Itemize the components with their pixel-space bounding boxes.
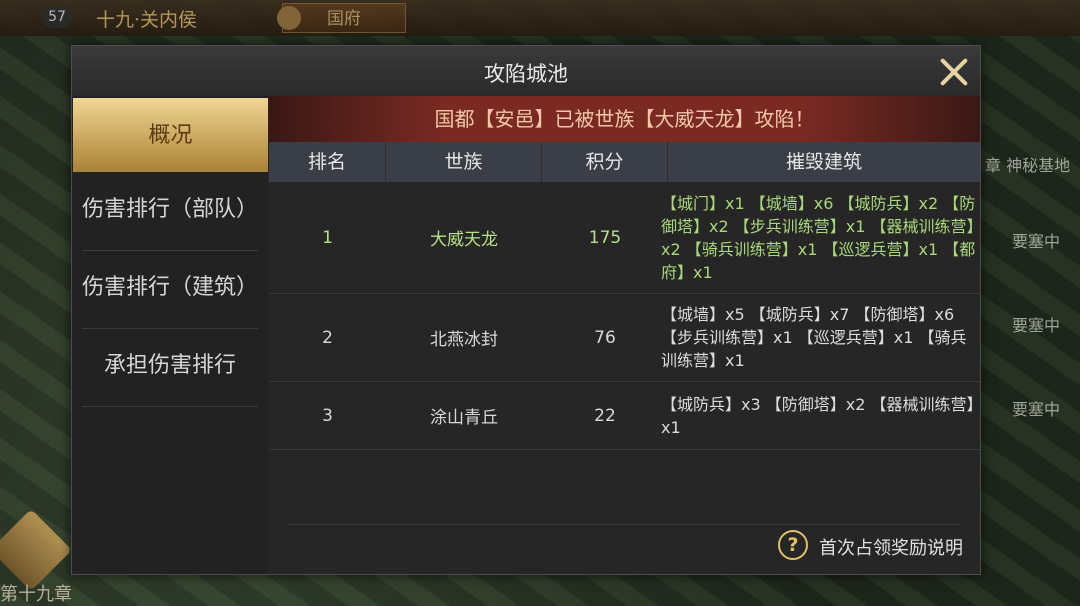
chapter-title: 十九·关内侯 — [96, 9, 198, 31]
row-buildings-text: 【城门】x1 【城墙】x6 【城防兵】x2 【防御塔】x2 【步兵训练营】x1 … — [661, 193, 976, 282]
captured-city-dialog: 攻陷城池 概况 伤害排行（部队） 伤害排行（建筑） 承担伤害排行 国都【安邑】已… — [71, 45, 981, 575]
row-buildings: 【城门】x1 【城墙】x6 【城防兵】x2 【防御塔】x2 【步兵训练营】x1 … — [661, 182, 977, 293]
column-header-clan: 世族 — [386, 142, 542, 182]
row-buildings: 【城墙】x5 【城防兵】x7 【防御塔】x6 【步兵训练营】x1 【巡逻兵营】x… — [661, 294, 977, 381]
menu-item-damage-taken[interactable]: 承担伤害排行 — [72, 328, 268, 404]
chapter-footer-label: 第十九章 — [0, 584, 72, 605]
menu-item-damage-buildings[interactable]: 伤害排行（建筑） — [72, 250, 268, 326]
row-rank: 1 — [322, 227, 333, 248]
capture-announcement: 国都【安邑】已被世族【大威天龙】攻陷！ — [269, 96, 980, 142]
map-label-fortress-1: 要塞中 — [1012, 232, 1061, 251]
row-clan: 涂山青丘 — [430, 408, 498, 428]
overview-panel: 国都【安邑】已被世族【大威天龙】攻陷！ 排名 世族 积分 摧毁建筑 1 大威天龙… — [269, 96, 980, 574]
capital-button-label: 国府 — [327, 9, 361, 29]
map-label-fortress-3: 要塞中 — [1012, 400, 1061, 419]
menu-divider — [82, 406, 258, 407]
row-buildings-text: 【城防兵】x3 【防御塔】x2 【器械训练营】x1 — [661, 394, 975, 437]
top-hud-bar: 57 十九·关内侯 国府 — [0, 0, 1080, 36]
menu-item-overview[interactable]: 概况 — [73, 98, 268, 172]
player-level-badge: 57 — [42, 6, 72, 28]
table-row: 1 大威天龙 175 【城门】x1 【城墙】x6 【城防兵】x2 【防御塔】x2… — [269, 182, 980, 294]
menu-item-damage-troops[interactable]: 伤害排行（部队） — [72, 172, 268, 248]
first-capture-reward-link[interactable]: 首次占领奖励说明 — [819, 534, 963, 560]
column-header-buildings: 摧毁建筑 — [785, 151, 862, 173]
row-buildings-text: 【城墙】x5 【城防兵】x7 【防御塔】x6 【步兵训练营】x1 【巡逻兵营】x… — [661, 305, 967, 370]
column-header-score: 积分 — [542, 142, 668, 182]
table-row: 3 涂山青丘 22 【城防兵】x3 【防御塔】x2 【器械训练营】x1 — [269, 382, 980, 450]
row-clan: 北燕冰封 — [430, 330, 498, 350]
row-buildings: 【城防兵】x3 【防御塔】x2 【器械训练营】x1 — [661, 382, 977, 449]
row-score: 175 — [588, 227, 622, 248]
dialog-title: 攻陷城池 — [484, 62, 568, 86]
capital-icon — [277, 6, 301, 30]
row-rank: 3 — [322, 405, 333, 426]
question-icon[interactable]: ? — [778, 530, 808, 560]
map-label-fortress-2: 要塞中 — [1012, 316, 1061, 335]
row-clan: 大威天龙 — [430, 230, 498, 250]
row-rank: 2 — [322, 327, 333, 348]
dialog-header: 攻陷城池 — [72, 46, 980, 96]
map-label-secret-base: 章 神秘基地 — [985, 156, 1071, 175]
row-score: 22 — [594, 405, 616, 426]
capital-button[interactable]: 国府 — [277, 3, 406, 33]
column-header-rank: 排名 — [269, 142, 386, 182]
row-score: 76 — [594, 327, 616, 348]
table-row: 2 北燕冰封 76 【城墙】x5 【城防兵】x7 【防御塔】x6 【步兵训练营】… — [269, 294, 980, 382]
dialog-side-menu: 概况 伤害排行（部队） 伤害排行（建筑） 承担伤害排行 — [72, 96, 268, 574]
table-header: 排名 世族 积分 摧毁建筑 — [269, 142, 980, 182]
footer-divider — [289, 524, 959, 525]
close-icon[interactable] — [934, 52, 974, 92]
